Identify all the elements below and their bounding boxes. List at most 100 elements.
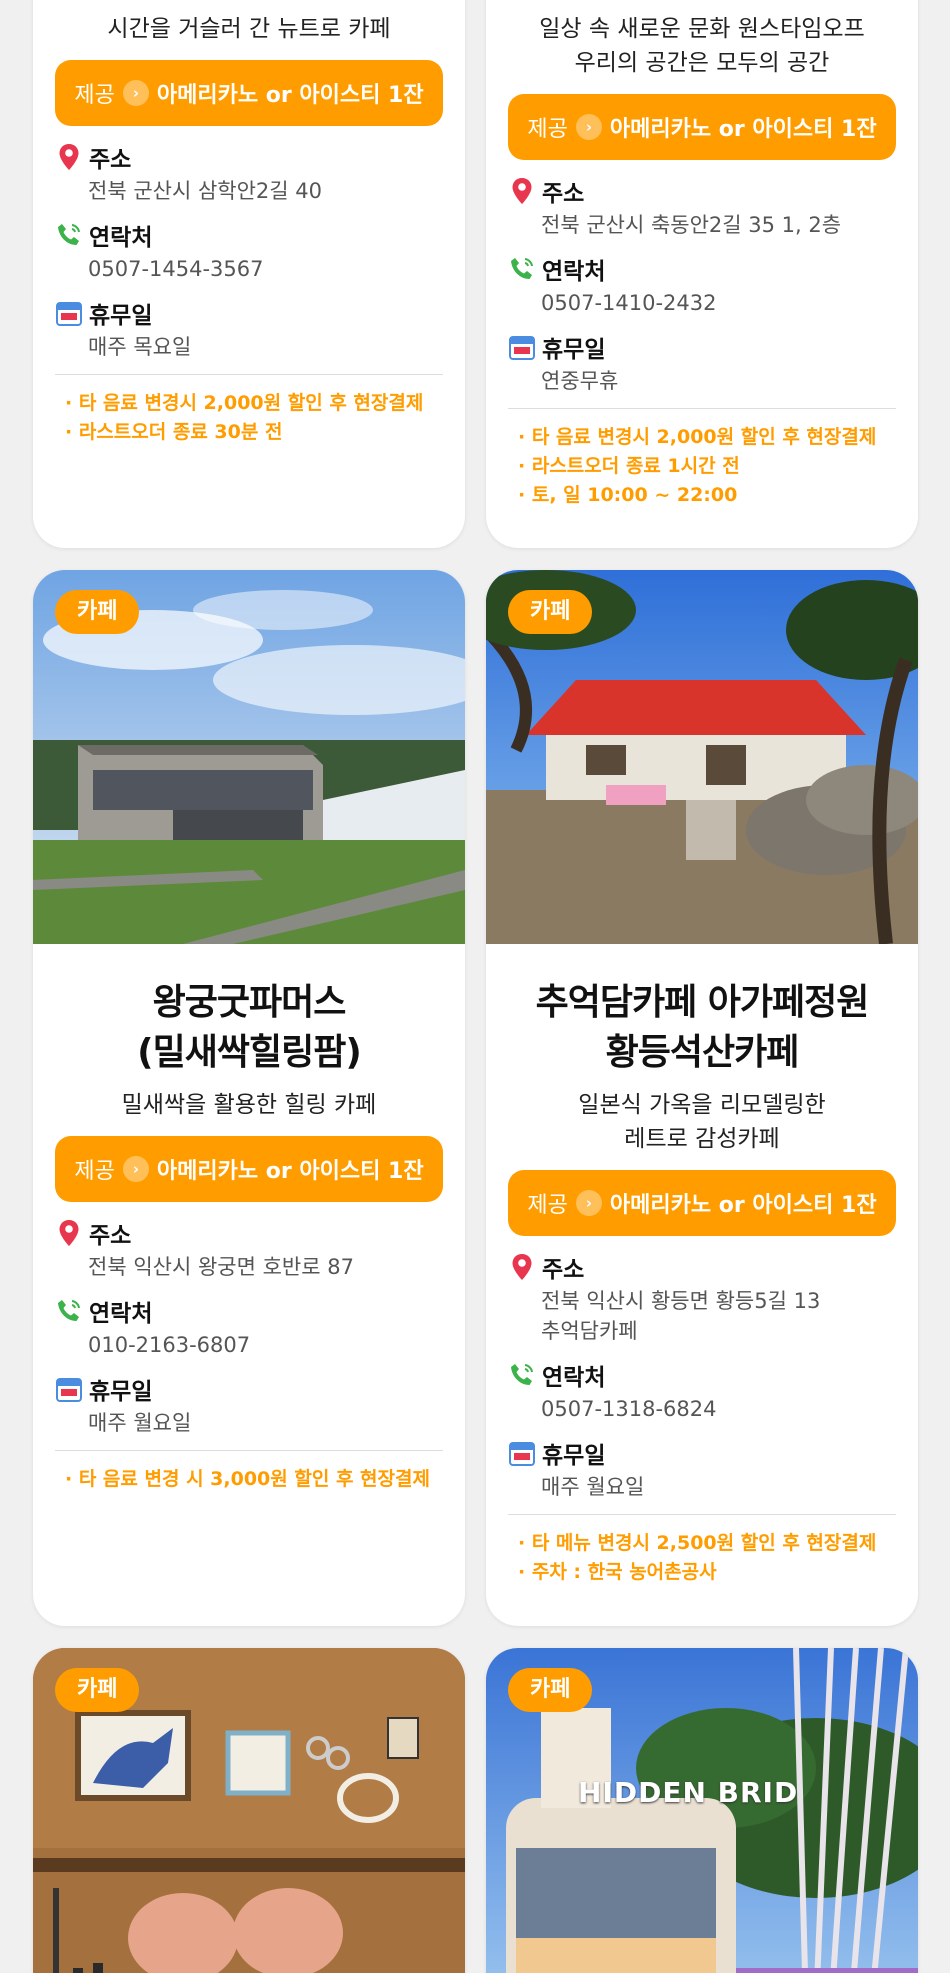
note: · 타 음료 변경 시 3,000원 할인 후 현장결제 xyxy=(65,1468,430,1490)
subtitle-line: 일상 속 새로운 문화 원스타임오프 xyxy=(539,16,865,42)
title-line: 왕궁굿파머스 xyxy=(152,982,347,1023)
offer-text: 아메리카노 or 아이스티 1잔 xyxy=(609,117,877,142)
offer-button[interactable]: 제공 › 아메리카노 or 아이스티 1잔 xyxy=(508,94,896,160)
holiday-label: 휴무일 xyxy=(89,303,153,329)
note: · 타 음료 변경시 2,000원 할인 후 현장결제 xyxy=(518,426,877,448)
title-line: 황등석산카페 xyxy=(605,1032,800,1073)
cafe-photo: 카페 xyxy=(33,570,465,944)
cafe-photo: 카페 xyxy=(33,1648,465,1973)
offer-button[interactable]: 제공 › 아메리카노 or 아이스티 1잔 xyxy=(55,60,443,126)
offer-button[interactable]: 제공 › 아메리카노 or 아이스티 1잔 xyxy=(55,1136,443,1202)
cafe-card-6[interactable]: HIDDEN BRID 카페 xyxy=(486,1648,918,1973)
holiday-label: 휴무일 xyxy=(542,337,606,363)
cafe-info: 주소 전북 군산시 삼학안2길 40 연락처 0507-1454-3567 휴무… xyxy=(55,140,443,362)
title-line: 추억담카페 아가페정원 xyxy=(535,982,870,1023)
holiday-value: 매주 월요일 xyxy=(541,1475,645,1499)
phone-icon xyxy=(55,1297,83,1325)
cafe-photo: 카페 xyxy=(486,570,918,944)
location-pin-icon xyxy=(55,143,83,171)
cafe-photo: HIDDEN BRID 카페 xyxy=(486,1648,918,1973)
phone-icon xyxy=(508,255,536,283)
offer-text: 아메리카노 or 아이스티 1잔 xyxy=(609,1193,877,1218)
divider xyxy=(508,1514,896,1515)
address-line: 추억담카페 xyxy=(541,1319,638,1343)
notes: · 타 음료 변경시 2,000원 할인 후 현장결제 · 라스트오더 종료 1… xyxy=(508,423,896,510)
phone-value: 010-2163-6807 xyxy=(88,1333,251,1357)
address-value: 전북 익산시 왕궁면 호반로 87 xyxy=(88,1255,354,1279)
phone-value: 0507-1410-2432 xyxy=(541,291,717,315)
subtitle-line: 레트로 감성카페 xyxy=(624,1126,780,1152)
chevron-right-icon: › xyxy=(575,1190,602,1216)
category-badge: 카페 xyxy=(55,590,140,634)
notes: · 타 음료 변경 시 3,000원 할인 후 현장결제 xyxy=(55,1465,443,1494)
phone-label: 연락처 xyxy=(89,225,153,251)
holiday-value: 연중무휴 xyxy=(541,369,619,393)
phone-label: 연락처 xyxy=(542,259,606,285)
address-label: 주소 xyxy=(89,1223,132,1249)
cafe-info: 주소 전북 익산시 황등면 황등5길 13 추억담카페 연락처 0507-131… xyxy=(508,1250,896,1502)
offer-prefix: 제공 xyxy=(74,83,115,108)
holiday-value: 매주 목요일 xyxy=(88,335,192,359)
subtitle-line: 일본식 가옥을 리모델링한 xyxy=(578,1092,826,1118)
holiday-value: 매주 월요일 xyxy=(88,1411,192,1435)
building-sign: HIDDEN BRID xyxy=(578,1776,799,1809)
chevron-right-icon: › xyxy=(122,1156,149,1182)
location-pin-icon xyxy=(508,177,536,205)
offer-prefix: 제공 xyxy=(527,1193,568,1218)
calendar-icon xyxy=(508,333,536,361)
address-value: 전북 군산시 삼학안2길 40 xyxy=(88,179,322,203)
offer-text: 아메리카노 or 아이스티 1잔 xyxy=(156,1159,424,1184)
location-pin-icon xyxy=(508,1253,536,1281)
divider xyxy=(508,408,896,409)
address-value: 전북 군산시 축동안2길 35 1, 2층 xyxy=(541,213,842,237)
offer-prefix: 제공 xyxy=(74,1159,115,1184)
address-label: 주소 xyxy=(89,147,132,173)
cafe-card-4[interactable]: 카페 추억담카페 아가페정원 황등석산카페 일본식 가옥을 리모델링한 레트로 … xyxy=(486,570,918,1626)
cafe-title: 추억담카페 아가페정원 황등석산카페 xyxy=(508,944,896,1078)
subtitle-line: 우리의 공간은 모두의 공간 xyxy=(574,50,830,76)
cafe-subtitle: 밀새싹을 활용한 힐링 카페 xyxy=(121,1092,377,1118)
cafe-card-2: 일상 속 새로운 문화 원스타임오프 우리의 공간은 모두의 공간 제공 › 아… xyxy=(486,0,918,548)
offer-prefix: 제공 xyxy=(527,117,568,142)
note: · 타 메뉴 변경시 2,500원 할인 후 현장결제 xyxy=(518,1532,877,1554)
phone-label: 연락처 xyxy=(89,1301,153,1327)
cafe-card-5[interactable]: 카페 xyxy=(33,1648,465,1973)
divider xyxy=(55,374,443,375)
holiday-label: 휴무일 xyxy=(542,1443,606,1469)
offer-button[interactable]: 제공 › 아메리카노 or 아이스티 1잔 xyxy=(508,1170,896,1236)
phone-value: 0507-1318-6824 xyxy=(541,1397,717,1421)
note: · 주차 : 한국 농어촌공사 xyxy=(518,1561,717,1583)
category-badge: 카페 xyxy=(55,1668,140,1712)
calendar-icon xyxy=(508,1439,536,1467)
phone-label: 연락처 xyxy=(542,1365,606,1391)
cafe-subtitle: 일상 속 새로운 문화 원스타임오프 우리의 공간은 모두의 공간 xyxy=(508,12,896,80)
cafe-subtitle: 일본식 가옥을 리모델링한 레트로 감성카페 xyxy=(508,1088,896,1156)
phone-icon xyxy=(508,1361,536,1389)
address-line: 전북 익산시 황등면 황등5길 13 xyxy=(541,1289,821,1313)
phone-value: 0507-1454-3567 xyxy=(88,257,264,281)
divider xyxy=(55,1450,443,1451)
note: · 라스트오더 종료 30분 전 xyxy=(65,421,283,443)
category-badge: 카페 xyxy=(508,1668,593,1712)
phone-icon xyxy=(55,221,83,249)
cafe-info: 주소 전북 익산시 왕궁면 호반로 87 연락처 010-2163-6807 휴… xyxy=(55,1216,443,1438)
address-label: 주소 xyxy=(542,1257,585,1283)
note: · 토, 일 10:00 ~ 22:00 xyxy=(518,484,738,506)
chevron-right-icon: › xyxy=(575,114,602,140)
calendar-icon xyxy=(55,1375,83,1403)
cafe-subtitle: 시간을 거슬러 간 뉴트로 카페 xyxy=(107,16,391,42)
note: · 타 음료 변경시 2,000원 할인 후 현장결제 xyxy=(65,392,424,414)
cafe-card-3[interactable]: 카페 왕궁굿파머스 (밀새싹힐링팜) 밀새싹을 활용한 힐링 카페 제공 › 아… xyxy=(33,570,465,1626)
location-pin-icon xyxy=(55,1219,83,1247)
address-label: 주소 xyxy=(542,181,585,207)
title-line: (밀새싹힐링팜) xyxy=(137,1032,362,1073)
cafe-info: 주소 전북 군산시 축동안2길 35 1, 2층 연락처 0507-1410-2… xyxy=(508,174,896,396)
chevron-right-icon: › xyxy=(122,80,149,106)
cafe-card-1: 시간을 거슬러 간 뉴트로 카페 제공 › 아메리카노 or 아이스티 1잔 주… xyxy=(33,0,465,548)
calendar-icon xyxy=(55,299,83,327)
cafe-title: 왕궁굿파머스 (밀새싹힐링팜) xyxy=(55,944,443,1078)
holiday-label: 휴무일 xyxy=(89,1379,153,1405)
offer-text: 아메리카노 or 아이스티 1잔 xyxy=(156,83,424,108)
notes: · 타 음료 변경시 2,000원 할인 후 현장결제 · 라스트오더 종료 3… xyxy=(55,389,443,447)
notes: · 타 메뉴 변경시 2,500원 할인 후 현장결제 · 주차 : 한국 농어… xyxy=(508,1529,896,1587)
